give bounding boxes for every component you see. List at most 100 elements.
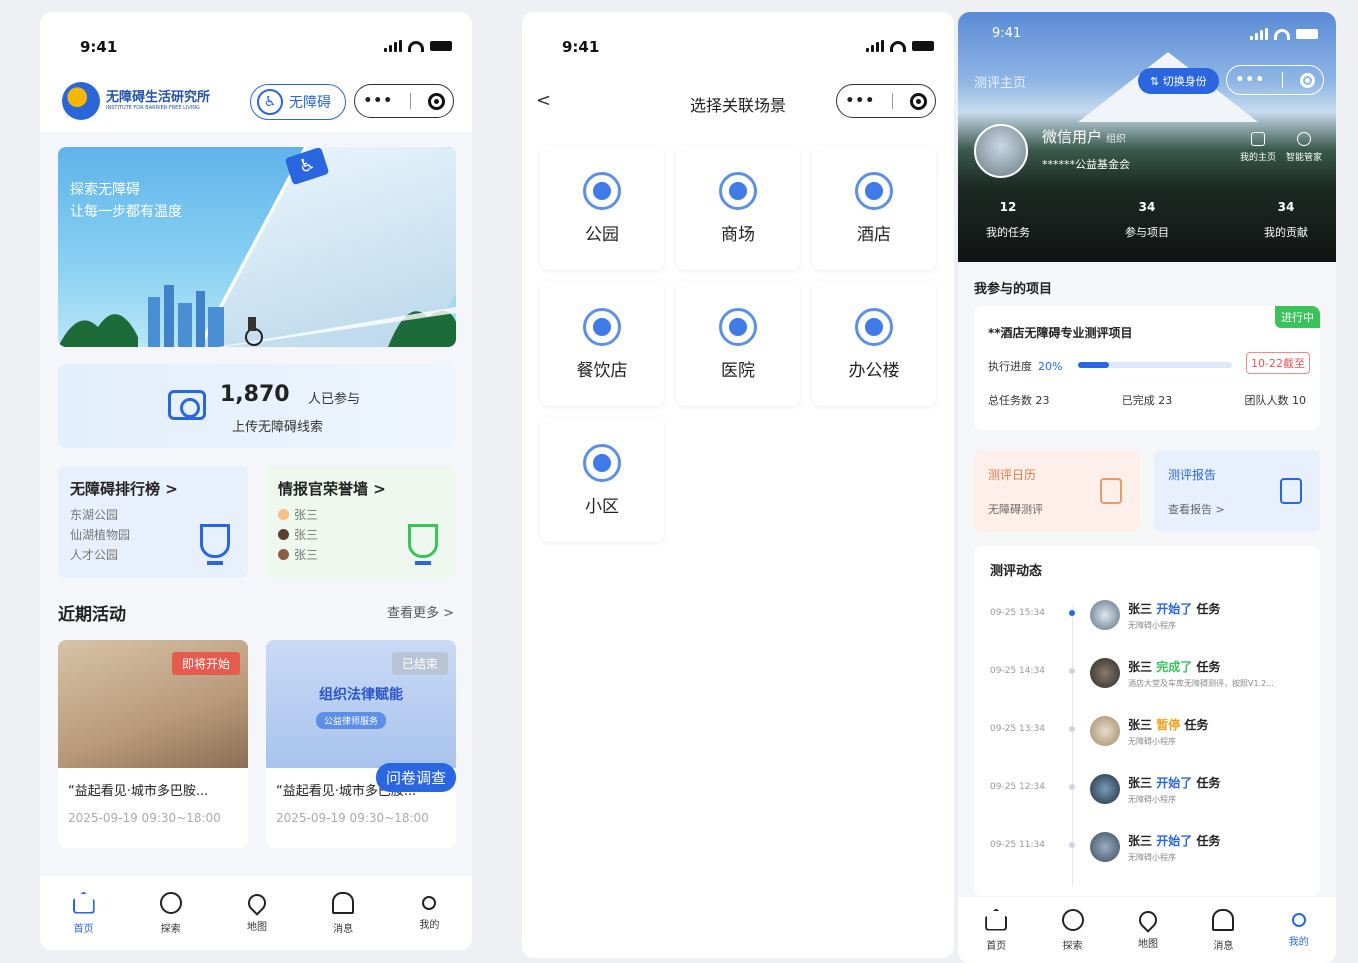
logo-subtitle: INSTITUTE FOR BARRIER-FREE LIVING [106,105,200,112]
scene-hotel[interactable]: 酒店 [812,146,936,270]
poster-headline: 组织法律赋能 [319,687,403,703]
battery-icon [1296,29,1318,39]
map-pin-icon [1135,906,1161,933]
more-icon[interactable]: ••• [1235,72,1265,88]
capsule-divider [891,93,893,109]
activity-card[interactable]: 已结束 组织法律赋能 公益律师服务 问卷调查 “益起看见·城市多巴胺... 20… [266,640,456,848]
feed-item[interactable]: 09-25 14:34 张三 完成了 任务 酒店大堂及车库无障碍测评，按照V1.… [974,658,1320,698]
completed-tasks: 已完成 23 [1121,394,1173,407]
miniprogram-capsule[interactable]: ••• [1226,65,1324,95]
feed-item[interactable]: 09-25 11:34 张三 开始了 任务 无障碍小程序 [974,832,1320,872]
status-time: 9:41 [562,38,600,56]
hospital-icon [719,307,757,346]
scene-community[interactable]: 小区 [540,418,664,542]
scene-grid: 公园 商场 酒店 餐饮店 医院 办公楼 小区 [540,146,936,542]
survey-button[interactable]: 问卷调查 [375,763,456,792]
avatar [1090,716,1120,746]
restaurant-icon [583,307,621,346]
tab-home[interactable]: 首页 [985,908,1008,952]
tab-map[interactable]: 地图 [244,889,270,933]
ranking-item: 东湖公园 [70,508,119,522]
activity-photo: 即将开始 [58,640,248,768]
tab-map[interactable]: 地图 [1135,906,1161,950]
progress-label: 执行进度 20% [988,360,1063,373]
user-icon [1291,912,1306,927]
miniprogram-capsule[interactable]: ••• [836,84,936,118]
ranking-card[interactable]: 无障碍排行榜 > 东湖公园 仙湖植物园 人才公园 [58,466,248,578]
feed-item[interactable]: 09-25 12:34 张三 开始了 任务 无障碍小程序 [974,774,1320,814]
scene-restaurant[interactable]: 餐饮店 [540,282,664,406]
hero-banner[interactable]: ♿ 探索无障碍 让每一步都有温度 [58,147,456,347]
activity-title: “益起看见·城市多巴胺... [68,784,209,799]
honor-item: 张三 [278,505,444,525]
stat-projects[interactable]: 34 参与项目 [1125,200,1169,240]
avatar [1090,658,1120,688]
park-icon [583,171,621,210]
progress-value: 20% [1038,360,1063,373]
smart-assistant-link[interactable]: 智能管家 [1286,132,1322,163]
honor-wall-card[interactable]: 情报官荣誉墙 > 张三 张三 张三 [266,466,456,578]
avatar[interactable] [974,124,1028,178]
home-icon [1250,132,1265,146]
evaluation-calendar-card[interactable]: 测评日历 无障碍测评 [974,450,1140,532]
tab-messages[interactable]: 消息 [1212,908,1235,952]
more-icon[interactable]: ••• [845,93,875,109]
logo-emblem [62,82,100,120]
community-icon [583,443,621,482]
profile-stats: 12 我的任务 34 参与项目 34 我的贡献 [958,200,1336,240]
calendar-icon [1100,478,1122,504]
clipboard-icon [1280,478,1302,504]
team-size: 团队人数 10 [1244,394,1307,407]
evaluation-report-card[interactable]: 测评报告 查看报告 > [1154,450,1320,532]
user-icon [422,895,437,910]
tab-home[interactable]: 首页 [72,891,95,935]
tab-explore[interactable]: 探索 [1061,908,1084,952]
capsule-divider [409,93,411,109]
status-badge: 已结束 [391,652,448,675]
map-pin-icon [244,889,270,916]
user-name: 微信用户 组织 [1042,128,1127,146]
user-avatar [278,549,289,560]
close-miniprogram-icon[interactable] [909,92,927,110]
feed-item[interactable]: 09-25 15:34 张三 开始了 任务 无障碍小程序 [974,600,1320,640]
accessibility-label: 无障碍 [289,95,331,111]
profile-screen: 9:41 测评主页 ⇅ 切换身份 ••• 微信用户 组织 ******公益基金会 … [958,12,1336,963]
close-miniprogram-icon[interactable] [1299,72,1315,88]
my-homepage-link[interactable]: 我的主页 [1240,132,1276,163]
accessibility-mode-button[interactable]: ♿ 无障碍 [250,84,346,120]
upload-clue-card[interactable]: 1,870 人已参与 上传无障碍线索 [58,364,456,448]
status-badge: 即将开始 [171,652,240,675]
stat-my-tasks[interactable]: 12 我的任务 [986,200,1030,240]
status-icons [384,40,452,52]
bell-icon [332,891,355,914]
activity-time: 2025-09-19 09:30~18:00 [68,811,221,825]
scene-office[interactable]: 办公楼 [812,282,936,406]
scene-hospital[interactable]: 医院 [676,282,800,406]
switch-identity-button[interactable]: ⇅ 切换身份 [1138,68,1219,94]
wifi-icon [890,40,906,52]
activity-poster: 已结束 组织法律赋能 公益律师服务 [266,640,456,768]
battery-icon [912,41,934,51]
capsule-divider [1281,72,1283,88]
tab-me[interactable]: 我的 [419,895,439,931]
project-stats: 总任务数 23 已完成 23 团队人数 10 [988,392,1306,408]
stat-contribution[interactable]: 34 我的贡献 [1264,200,1308,240]
activity-card[interactable]: 即将开始 “益起看见·城市多巴胺... 2025-09-19 09:30~18:… [58,640,248,848]
scene-mall[interactable]: 商场 [676,146,800,270]
tab-explore[interactable]: 探索 [159,891,182,935]
progress-fill [1078,362,1109,368]
close-miniprogram-icon[interactable] [427,92,445,110]
scene-park[interactable]: 公园 [540,146,664,270]
view-more-link[interactable]: 查看更多 > [387,602,454,621]
avatar [1090,832,1120,862]
status-icons [1250,28,1318,40]
ranking-title: 无障碍排行榜 > [70,480,178,498]
tab-messages[interactable]: 消息 [332,891,355,935]
more-icon[interactable]: ••• [363,93,393,109]
feed-item[interactable]: 09-25 13:34 张三 暂停 任务 无障碍小程序 [974,716,1320,756]
project-title: **酒店无障碍专业测评项目 [988,326,1133,340]
miniprogram-capsule[interactable]: ••• [354,84,454,118]
project-card[interactable]: 进行中 **酒店无障碍专业测评项目 执行进度 20% 10-22截至 总任务数 2… [974,306,1320,430]
tab-me[interactable]: 我的 [1289,912,1309,948]
bell-icon [1212,908,1235,931]
